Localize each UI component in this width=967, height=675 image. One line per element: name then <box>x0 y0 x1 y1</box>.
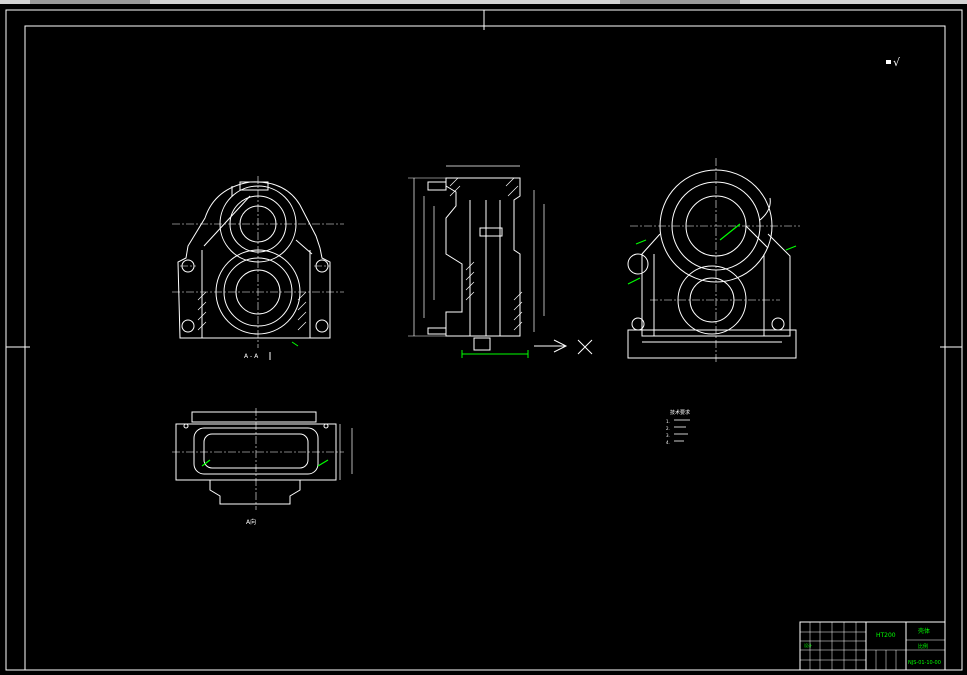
title-part-name: 壳体 <box>918 627 930 635</box>
bottom-view <box>175 411 353 505</box>
right-view <box>627 169 797 359</box>
title-designer-label: 设计 <box>804 642 812 648</box>
notes-heading: 技术要求 <box>670 409 690 416</box>
section-view <box>408 165 593 355</box>
title-scale-label: 比例 <box>918 643 928 650</box>
technical-notes: 技术要求 1. 2. 3. 4. <box>666 409 690 445</box>
outer-frame <box>5 9 963 671</box>
roughness-symbol: √ <box>893 56 901 69</box>
front-view <box>177 181 331 339</box>
notes-line-1: 1. <box>666 419 670 424</box>
right-view-leader-green <box>719 223 741 241</box>
roughness-box <box>886 60 891 64</box>
title-material: HT200 <box>876 632 896 639</box>
notes-line-4: 4. <box>666 440 670 445</box>
title-drawing-number: NJS-01-10-00 <box>908 660 941 666</box>
section-label-bottom: A向 <box>246 518 256 526</box>
inner-frame <box>24 25 946 671</box>
cad-drawing-canvas[interactable]: A - A A向 技术要求 1. 2. 3. 4. √ HT200 壳体 设计 … <box>0 0 967 675</box>
section-label-front: A - A <box>244 353 259 360</box>
notes-line-3: 3. <box>666 433 670 438</box>
notes-line-2: 2. <box>666 426 670 431</box>
